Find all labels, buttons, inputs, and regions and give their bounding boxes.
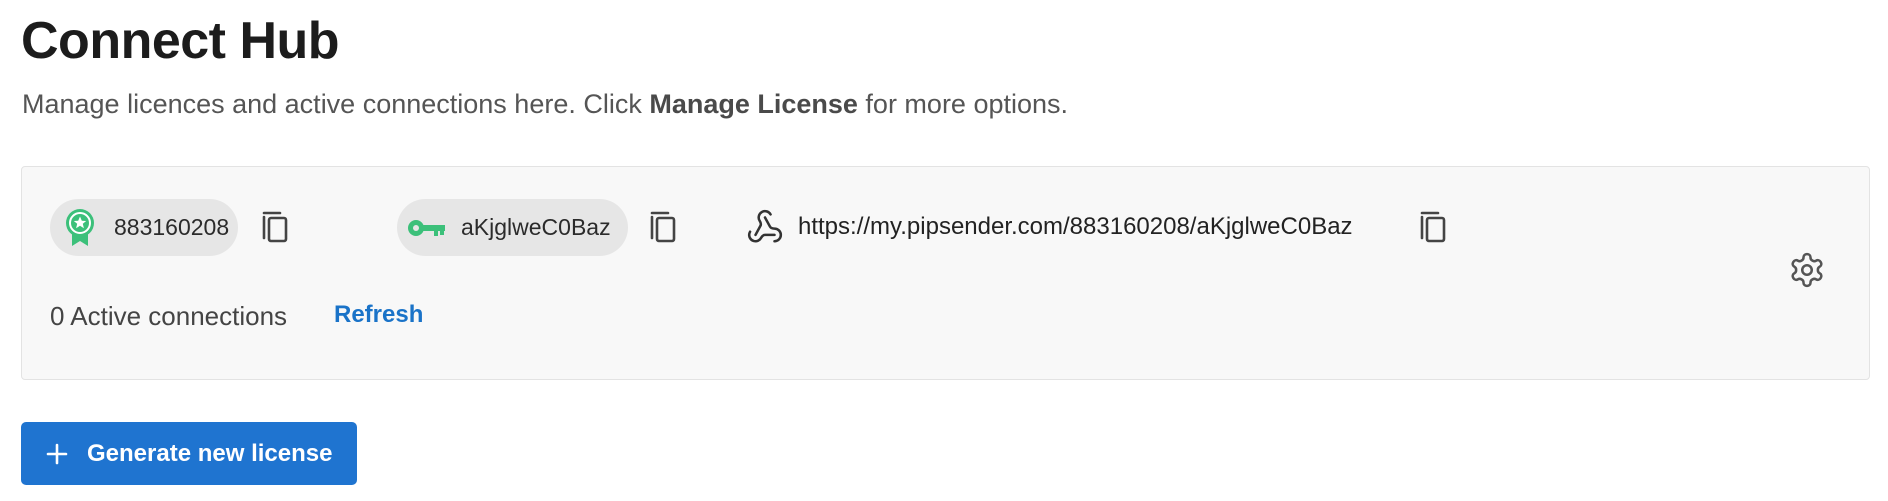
connect-hub-page: Connect Hub Manage licences and active c… [0,0,1888,501]
page-subtitle: Manage licences and active connections h… [22,86,1068,122]
connection-url-text[interactable]: https://my.pipsender.com/883160208/aKjgl… [798,213,1353,241]
page-title: Connect Hub [21,12,340,70]
active-connections-count: 0 Active connections [50,301,288,331]
copy-api-key-button[interactable] [646,211,680,247]
connection-url: https://my.pipsender.com/883160208/aKjgl… [746,205,1353,249]
license-card: 883160208 aKjglweC0Baz https://my.pipsen… [21,166,1870,380]
manage-license-settings-button[interactable] [1787,252,1827,292]
subtitle-text: Manage licences and active connections h… [22,89,650,119]
award-badge-icon [62,208,98,248]
generate-new-license-label: Generate new license [87,439,333,467]
api-key-chip: aKjglweC0Baz [397,199,628,256]
generate-new-license-button[interactable]: Generate new license [21,422,357,485]
webhook-icon [746,208,784,246]
copy-license-id-button[interactable] [258,211,292,247]
api-key-text: aKjglweC0Baz [461,214,611,240]
license-id-chip: 883160208 [50,199,238,256]
gear-icon [1788,251,1826,294]
refresh-link[interactable]: Refresh [334,301,423,329]
copy-icon [260,210,290,249]
subtitle-text-end: for more options. [857,89,1069,119]
manage-license-emphasis: Manage License [649,89,858,119]
license-id-text: 883160208 [114,214,230,240]
copy-icon [648,210,678,249]
plus-icon [45,442,69,466]
key-icon [407,208,447,248]
copy-url-button[interactable] [1416,211,1450,247]
copy-icon [1418,210,1448,249]
